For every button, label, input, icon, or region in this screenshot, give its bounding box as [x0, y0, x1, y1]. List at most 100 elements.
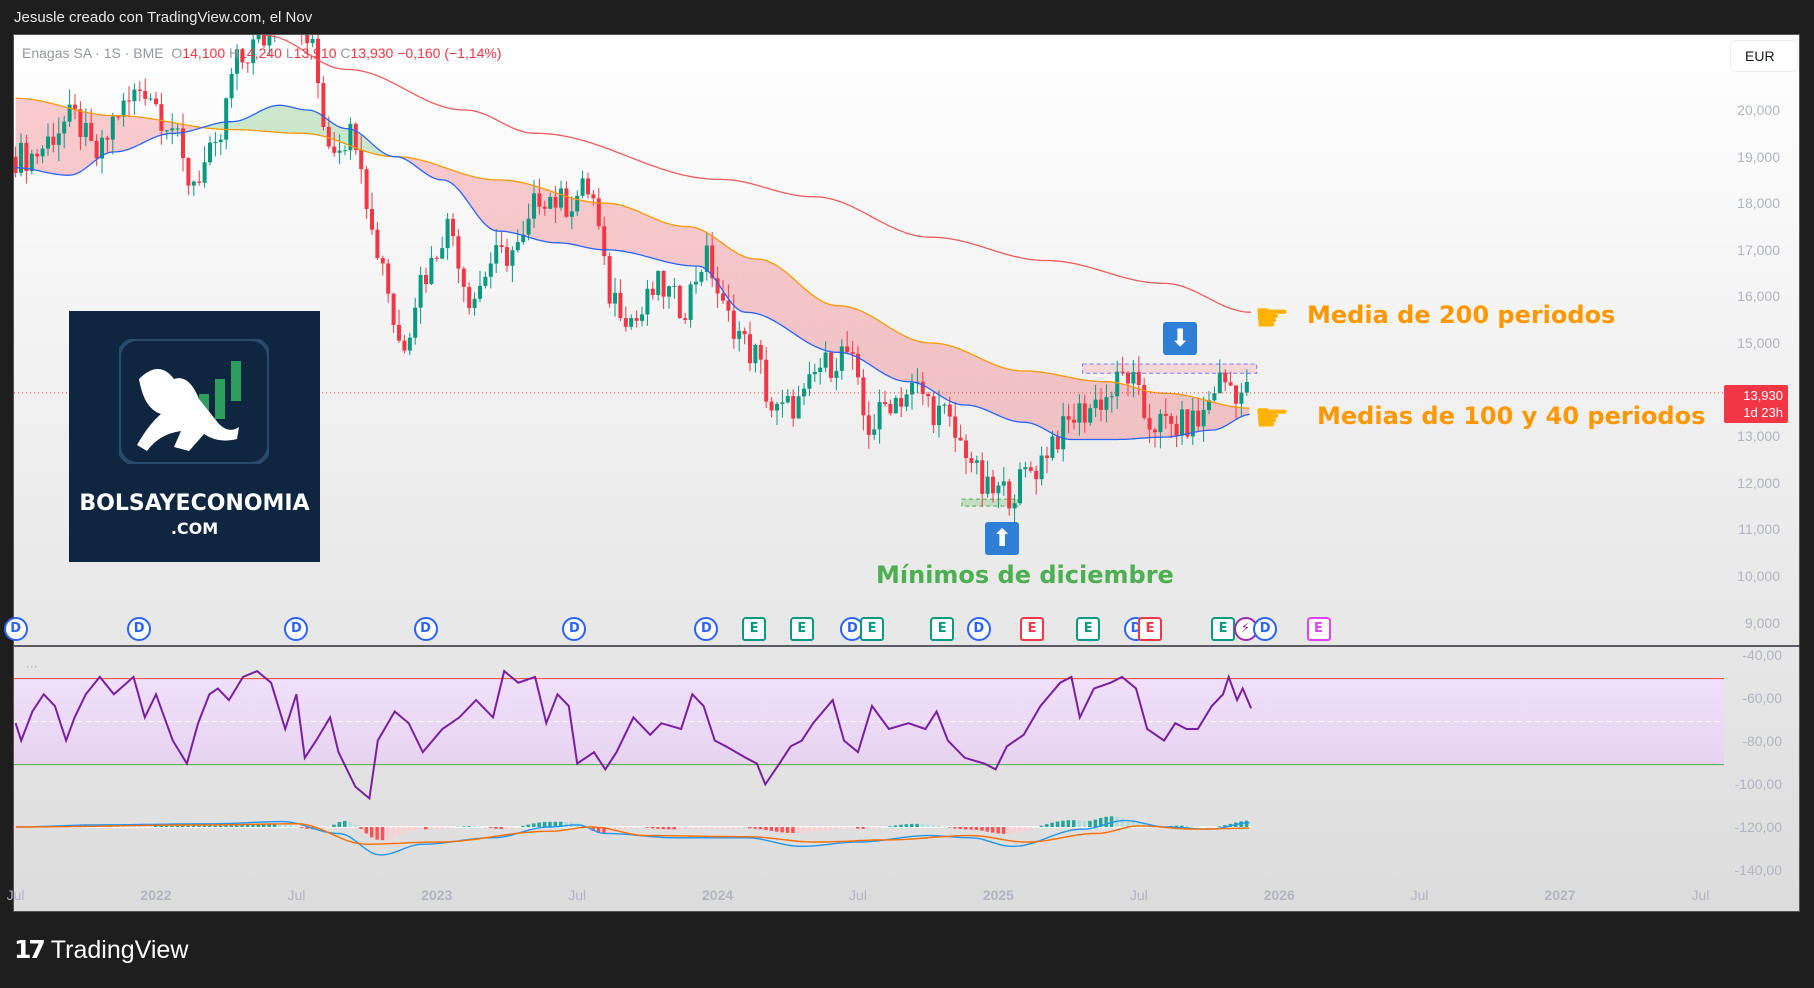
indicator-pane[interactable]: [14, 669, 1724, 856]
ma-cloud-fill: [809, 292, 813, 345]
candle-body: [1093, 399, 1098, 409]
ma-cloud-fill: [944, 344, 948, 400]
ma-cloud-fill: [777, 265, 780, 325]
price-tick-label: 15,000: [1737, 335, 1780, 351]
macd-histogram-bar: [488, 827, 493, 828]
macd-histogram-bar: [1023, 827, 1027, 831]
candle-body: [731, 310, 736, 339]
candle: [289, 0, 293, 33]
earnings-beat-event-icon[interactable]: E: [1211, 617, 1236, 641]
earnings-beat-event-icon[interactable]: E: [1076, 617, 1101, 641]
candle-body: [1072, 419, 1076, 423]
candle: [629, 314, 634, 330]
annotation-ma100-40: Medias de 100 y 40 periodos: [1317, 402, 1706, 430]
candle: [397, 309, 401, 343]
dividend-event-icon[interactable]: D: [3, 617, 28, 641]
ma-cloud-fill: [304, 109, 308, 134]
macd-histogram-bar: [850, 827, 855, 829]
macd-histogram-bar: [974, 827, 979, 830]
candle-body: [667, 286, 671, 297]
ma-cloud-fill: [768, 261, 772, 320]
ma-cloud-fill: [1006, 368, 1010, 420]
candle-body: [1088, 408, 1093, 423]
macd-histogram-bar: [710, 827, 714, 829]
macd-histogram-bar: [856, 827, 860, 829]
earnings-beat-event-icon[interactable]: E: [930, 617, 955, 641]
ma-cloud-fill: [752, 258, 756, 314]
dividend-event-icon[interactable]: D: [562, 617, 587, 641]
macd-histogram-bar: [656, 827, 660, 829]
dividend-event-icon[interactable]: D: [1253, 617, 1278, 641]
macd-histogram-bar: [461, 826, 466, 827]
candle: [218, 134, 223, 156]
ma-cloud-fill: [1009, 369, 1012, 421]
candle-body: [391, 293, 396, 325]
candle-body: [62, 121, 67, 134]
macd-histogram-bar: [812, 827, 817, 832]
earnings-miss-event-icon[interactable]: E: [1020, 617, 1045, 641]
ma-cloud-fill: [906, 336, 910, 382]
macd-histogram-bar: [353, 824, 358, 827]
macd-histogram-bar: [337, 822, 342, 827]
ma-cloud-fill: [1017, 370, 1020, 423]
macd-histogram-bar: [699, 827, 703, 829]
candle-body: [300, 12, 304, 32]
ma-cloud-fill: [925, 342, 929, 389]
candle: [980, 452, 985, 507]
ma-cloud-fill: [876, 319, 880, 371]
candle-body: [748, 334, 752, 364]
macd-histogram-bar: [834, 827, 838, 830]
indicator-tick-label: -60,00: [1742, 690, 1782, 706]
candle: [656, 270, 661, 301]
candle-body: [947, 404, 952, 417]
candle: [694, 266, 698, 294]
ma-cloud-fill: [277, 105, 281, 133]
earnings-beat-event-icon[interactable]: E: [742, 617, 767, 641]
indicator-more-button[interactable]: ···: [26, 660, 37, 674]
macd-histogram-bar: [375, 827, 379, 840]
macd-histogram-bar: [521, 825, 525, 827]
ma-cloud-fill: [493, 179, 497, 231]
macd-histogram-bar: [1082, 821, 1087, 827]
dividend-event-icon[interactable]: D: [694, 617, 719, 641]
ma-cloud-fill: [1057, 374, 1061, 438]
candle: [872, 414, 877, 440]
macd-histogram-bar: [839, 827, 844, 829]
ma-cloud-fill: [129, 116, 132, 150]
candle-body: [78, 109, 83, 137]
currency-button[interactable]: EUR: [1730, 40, 1798, 72]
dividend-event-icon[interactable]: D: [413, 617, 438, 641]
candle-body: [866, 415, 871, 435]
earnings-beat-event-icon[interactable]: E: [789, 617, 814, 641]
candle: [197, 170, 202, 186]
macd-histogram-bar: [829, 827, 833, 830]
ma-cloud-fill: [976, 356, 980, 408]
candle: [926, 391, 931, 407]
candle: [407, 332, 412, 356]
upcoming-earnings-event-icon[interactable]: E: [1306, 617, 1331, 641]
dividend-event-icon[interactable]: D: [966, 617, 991, 641]
candle-body: [796, 396, 801, 419]
low-value: 13,910: [293, 45, 337, 61]
candle-body: [370, 208, 374, 230]
ma-cloud-fill: [1025, 370, 1029, 423]
ma-cloud-fill: [1138, 388, 1142, 439]
candle: [1007, 478, 1012, 516]
symbol-name[interactable]: Enagas SA · 1S · BME: [22, 45, 164, 61]
earnings-miss-event-icon[interactable]: E: [1138, 617, 1163, 641]
dividend-event-icon[interactable]: D: [127, 617, 152, 641]
candle: [758, 340, 763, 374]
ma-cloud-fill: [736, 252, 740, 311]
candle: [1034, 465, 1039, 495]
dividend-event-icon[interactable]: D: [284, 617, 309, 641]
macd-histogram-bar: [386, 827, 390, 840]
ma-cloud-fill: [237, 120, 240, 130]
earnings-beat-event-icon[interactable]: E: [860, 617, 885, 641]
ma-cloud-fill: [504, 180, 507, 232]
candle-body: [737, 330, 742, 339]
ma-cloud-fill: [482, 178, 486, 225]
macd-histogram-bar: [742, 827, 747, 829]
indicator-tick-label: -140,00: [1734, 862, 1782, 878]
candle-body: [364, 169, 369, 209]
candle-body: [137, 89, 142, 91]
